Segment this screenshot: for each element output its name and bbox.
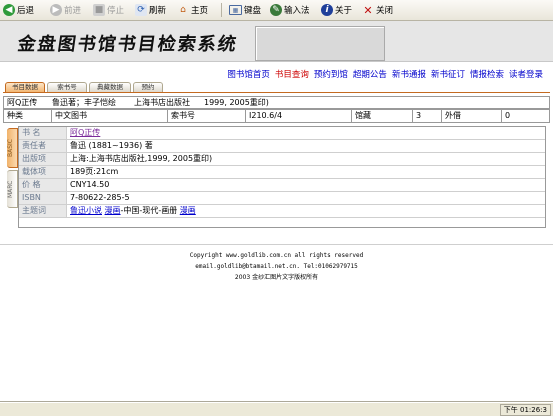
title-link[interactable]: 阿Q正传 [70,128,100,137]
home-icon: ⌂ [180,5,186,15]
nav-book-requests[interactable]: 新书征订 [431,68,465,80]
banner-ad-box [255,26,385,61]
callno-label: 索书号 [168,110,246,122]
field-label: 书 名 [19,127,67,139]
forward-arrow-icon: ▶ [50,4,62,16]
field-row-author: 责任者 鲁迅 (1881~1936) 著 [19,140,545,153]
tab-bib-data[interactable]: 书目数据 [5,82,45,92]
nav-catalog-search[interactable]: 书目查询 [275,68,309,80]
field-label: ISBN [19,192,67,204]
record-summary: 阿Q正传 鲁迅著；丰子恺绘 上海书店出版社 1999, 2005重印) [3,96,550,109]
type-label: 种类 [4,110,52,122]
subject-link[interactable]: 漫画 [180,206,196,215]
toolbar-separator [221,3,222,17]
field-row-publication: 出版项 上海:上海书店出版社,1999, 2005重印) [19,153,545,166]
header-banner: 金盘图书馆书目检索系统 [0,21,553,62]
tab-holdings[interactable]: 典藏数据 [89,82,131,92]
summary-author: 鲁迅著；丰子恺绘 [52,98,116,107]
back-button[interactable]: ◀ 后退 [3,2,34,18]
input-method-icon: ✎ [270,4,282,16]
field-label: 责任者 [19,140,67,152]
field-value: 上海:上海书店出版社,1999, 2005重印) [70,154,213,163]
field-value: 7-80622-285-5 [70,193,130,202]
stop-icon: ■ [93,4,105,16]
about-button[interactable]: i 关于 [321,2,352,18]
close-button[interactable]: ✕ 关闭 [362,2,393,18]
holdings-value: 3 [413,110,442,122]
type-value: 中文图书 [52,110,168,122]
nav-new-books[interactable]: 新书通报 [392,68,426,80]
record-fields: 书 名 阿Q正传 责任者 鲁迅 (1881~1936) 著 出版项 上海:上海书… [18,126,546,228]
field-label: 主题词 [19,205,67,217]
footer-contact: email.goldlib@btamail.net.cn. Tel:010629… [195,263,358,270]
field-value: CNY14.50 [70,180,110,189]
nav-reader-login[interactable]: 读者登录 [509,68,543,80]
loaned-label: 外借 [442,110,502,122]
summary-year: 1999, 2005重印) [204,98,269,107]
subject-link[interactable]: 鲁迅小说 [70,206,102,215]
field-row-price: 价 格 CNY14.50 [19,179,545,192]
browser-toolbar: ◀ 后退 ▶ 前进 ■ 停止 ⟳ 刷新 ⌂ 主页 ▦ 键盘 ✎ 输入法 i 关于… [0,0,553,21]
back-arrow-icon: ◀ [3,4,15,16]
tab-call-number[interactable]: 索书号 [47,82,87,92]
field-value: 鲁迅 (1881~1936) 著 [70,141,153,150]
field-row-isbn: ISBN 7-80622-285-5 [19,192,545,205]
main-nav: 图书馆首页 书目查询 预约到馆 超期公告 新书通报 新书征订 情报检索 读者登录 [227,68,543,80]
field-row-title: 书 名 阿Q正传 [19,127,545,140]
field-value: 鲁迅小说 漫画-中国-现代-画册 漫画 [70,205,196,217]
refresh-button[interactable]: ⟳ 刷新 [135,2,166,18]
field-row-physical: 载体项 189页:21cm [19,166,545,179]
field-value: 阿Q正传 [70,127,100,139]
status-bar: 下午 01:26:3 [0,402,553,416]
tab-marc[interactable]: MARC [7,170,18,208]
forward-button[interactable]: ▶ 前进 [50,2,81,18]
tab-reserve[interactable]: 预约 [133,82,163,92]
record-detail-panel: BASIC MARC 书 名 阿Q正传 责任者 鲁迅 (1881~1936) 著… [4,126,546,228]
subject-subdivision: -中国-现代-画册 [120,206,178,215]
footer-divider [0,244,553,245]
field-label: 载体项 [19,166,67,178]
callno-value: I210.6/4 [246,110,352,122]
close-icon: ✕ [363,3,373,17]
nav-overdue-notice[interactable]: 超期公告 [353,68,387,80]
subject-link[interactable]: 漫画 [105,206,121,215]
clock: 下午 01:26:3 [499,404,551,416]
page-footer: Copyright www.goldlib.com.cn all rights … [0,250,553,283]
system-title: 金盘图书馆书目检索系统 [16,34,240,55]
summary-publisher: 上海书店出版社 [134,98,190,107]
info-icon: i [321,4,333,16]
keyboard-button[interactable]: ▦ 键盘 [229,2,261,18]
nav-info-search[interactable]: 情报检索 [470,68,504,80]
keyboard-icon: ▦ [229,5,242,15]
summary-title: 阿Q正传 [7,98,38,107]
record-tabs: 书目数据 索书号 典藏数据 预约 [3,82,550,93]
nav-library-home[interactable]: 图书馆首页 [227,68,270,80]
footer-notice: 2003 金纱汇图片文字版权所有 [234,274,319,281]
loaned-value: 0 [505,111,511,120]
field-label: 价 格 [19,179,67,191]
field-value: 189页:21cm [70,167,119,176]
nav-reservation[interactable]: 预约到馆 [314,68,348,80]
input-method-button[interactable]: ✎ 输入法 [270,2,310,18]
record-info-table: 种类 中文图书 索书号 I210.6/4 馆藏 3 外借 0 [3,109,550,123]
field-label: 出版项 [19,153,67,165]
holdings-label: 馆藏 [352,110,413,122]
home-button[interactable]: ⌂ 主页 [177,2,208,18]
refresh-icon: ⟳ [135,4,147,16]
field-row-subject: 主题词 鲁迅小说 漫画-中国-现代-画册 漫画 [19,205,545,218]
stop-button[interactable]: ■ 停止 [93,2,124,18]
footer-copyright: Copyright www.goldlib.com.cn all rights … [189,252,364,259]
tab-basic[interactable]: BASIC [7,128,18,168]
